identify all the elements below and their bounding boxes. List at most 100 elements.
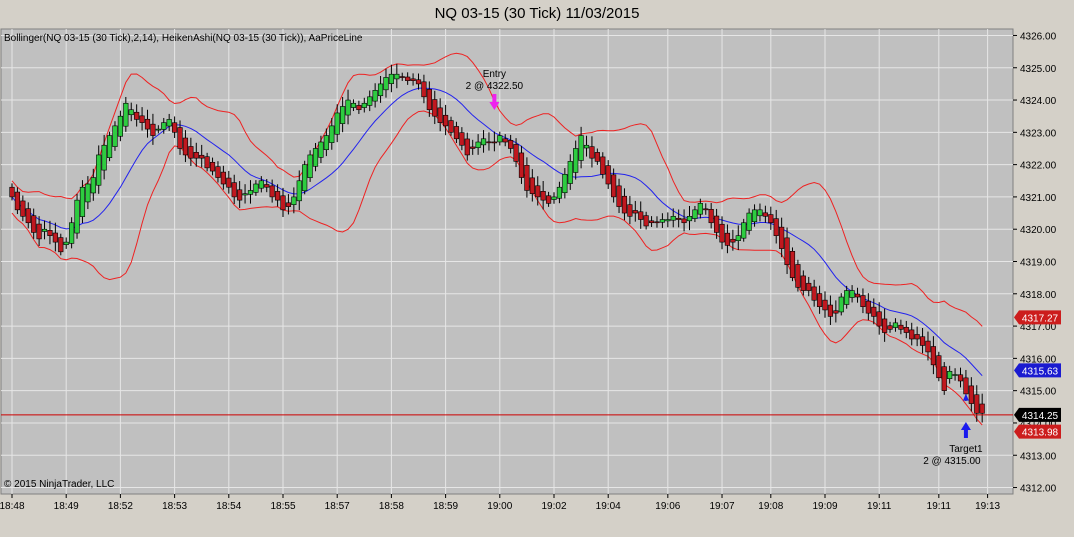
y-tick-label: 4322.00 <box>1020 161 1057 172</box>
candle-body <box>648 220 655 224</box>
candle-body <box>567 161 573 184</box>
candle-body <box>860 295 866 308</box>
candle-body <box>556 186 563 199</box>
candle-body <box>367 96 373 106</box>
candle-body <box>930 346 936 366</box>
candle-body <box>773 218 779 236</box>
candle-body <box>670 215 676 221</box>
candle-body <box>903 326 909 333</box>
candle-body <box>247 190 254 195</box>
candle-body <box>724 232 731 246</box>
candle-body <box>529 177 535 194</box>
candle-body <box>150 123 156 136</box>
candle-body <box>719 223 725 243</box>
candle-body <box>686 215 693 222</box>
candle-body <box>345 99 351 116</box>
candle-body <box>827 304 834 317</box>
candle-body <box>789 251 796 278</box>
candle-body <box>155 128 161 131</box>
x-tick-label: 18:49 <box>54 501 79 512</box>
candle-body <box>811 286 817 301</box>
candle-body <box>117 115 123 137</box>
candle-body <box>399 76 405 78</box>
candle-body <box>518 152 525 178</box>
candle-body <box>627 204 633 217</box>
candle-body <box>898 324 904 330</box>
candle-body <box>90 177 96 194</box>
candle-body <box>323 135 329 151</box>
candle-body <box>941 366 947 391</box>
price-chart[interactable]: 4312.004313.004314.004315.004316.004317.… <box>0 0 1074 537</box>
candle-body <box>63 241 69 245</box>
candle-body <box>865 300 871 314</box>
candle-body <box>101 144 107 171</box>
x-tick-label: 18:48 <box>0 501 25 512</box>
candle-body <box>258 180 264 189</box>
candle-body <box>106 135 113 158</box>
candle-body <box>757 209 763 217</box>
candle-body <box>123 102 129 127</box>
candle-body <box>600 156 606 175</box>
indicator-label: Bollinger(NQ 03-15 (30 Tick),2,14), Heik… <box>4 33 363 44</box>
candle-body <box>415 79 422 85</box>
candle-body <box>274 191 281 201</box>
x-tick-label: 19:11 <box>927 501 952 512</box>
candle-body <box>800 275 806 291</box>
candle-body <box>437 107 443 123</box>
candle-body <box>204 156 210 169</box>
candle-body <box>882 318 888 333</box>
candle-body <box>816 293 823 308</box>
x-axis: 18:48 18:49 18:52 18:53 18:54 18:55 18:57 18:58… <box>0 494 1001 512</box>
candle-body <box>919 336 926 346</box>
candle-body <box>968 385 974 404</box>
candle-body <box>410 78 416 81</box>
candle-body <box>356 105 362 111</box>
candle-body <box>280 195 286 211</box>
candle-body <box>957 374 964 382</box>
candle-body <box>562 174 568 194</box>
candle-body <box>14 191 21 211</box>
candle-body <box>242 193 248 196</box>
candle-body <box>963 377 969 395</box>
candle-body <box>616 185 622 207</box>
candle-body <box>334 112 340 135</box>
candle-body <box>480 138 487 146</box>
x-tick-label: 19:04 <box>596 501 621 512</box>
y-tick-label: 4313.00 <box>1020 451 1057 462</box>
x-tick-label: 18:58 <box>379 501 404 512</box>
candle-body <box>291 196 297 206</box>
candle-body <box>182 137 189 156</box>
candle-body <box>350 102 357 108</box>
candle-body <box>876 311 882 327</box>
x-tick-label: 19:02 <box>541 501 566 512</box>
candle-body <box>329 125 335 143</box>
candle-body <box>914 334 920 340</box>
x-tick-label: 18:57 <box>325 501 350 512</box>
candle-body <box>20 200 26 217</box>
candle-body <box>52 232 58 243</box>
candle-body <box>172 122 178 133</box>
candle-body <box>209 161 216 172</box>
target-label: Target1 <box>949 444 983 455</box>
candle-body <box>25 208 31 224</box>
candle-body <box>215 166 221 178</box>
candle-body <box>947 370 953 379</box>
candle-body <box>730 238 736 243</box>
y-tick-label: 4312.00 <box>1020 484 1057 495</box>
candle-body <box>307 154 313 179</box>
y-tick-label: 4326.00 <box>1020 31 1057 42</box>
candle-body <box>806 282 812 291</box>
candle-body <box>638 211 644 220</box>
candle-body <box>464 138 470 156</box>
candle-body <box>372 90 378 102</box>
candle-body <box>296 180 302 202</box>
candle-body <box>486 141 492 144</box>
candle-body <box>708 209 714 224</box>
candle-body <box>302 164 308 192</box>
candle-body <box>144 118 151 130</box>
candle-body <box>394 73 400 80</box>
x-tick-label: 19:13 <box>975 501 1000 512</box>
candle-body <box>833 310 839 314</box>
candle-body <box>583 144 590 149</box>
x-tick-label: 19:09 <box>812 501 837 512</box>
